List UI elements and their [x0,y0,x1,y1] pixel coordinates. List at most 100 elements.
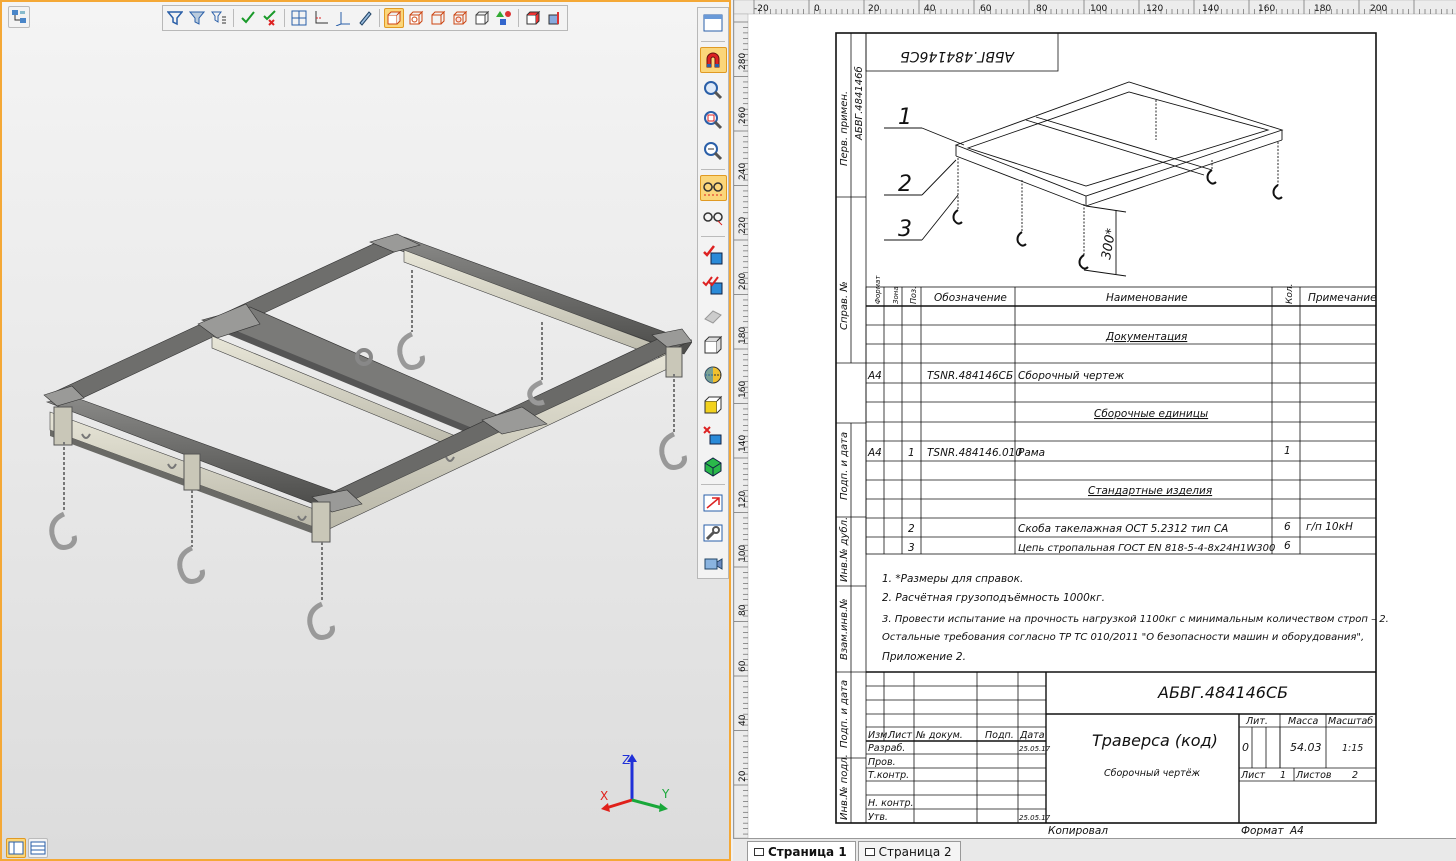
tb-utv: Утв. [868,812,888,823]
move-button[interactable] [700,302,727,328]
view-hidden-button[interactable] [450,8,470,28]
layout-rows-button[interactable] [28,838,48,858]
cube-button[interactable] [700,332,727,358]
pen-button[interactable] [355,8,375,28]
traverse-3d-model[interactable] [2,32,692,682]
move-icon [704,310,722,324]
designation-mirrored: АБВГ.484146СБ [900,48,1015,64]
filter-icon [167,11,183,26]
check-cube-multi-button[interactable] [700,272,727,298]
view-solid-button[interactable] [384,8,404,28]
zoom-window-button[interactable] [700,107,727,133]
glasses-icon [703,181,723,196]
row-1-designation: TSNR.484146СБ [927,370,1013,382]
magnet-icon [706,52,720,68]
note-3: 3. Провести испытание на прочность нагру… [882,614,1389,625]
cube-cut-button[interactable] [700,423,727,449]
cube-yellow-button[interactable] [700,392,727,418]
shapes-icon [496,11,511,25]
tab-page-2[interactable]: Страница 2 [857,841,961,861]
cube-blue-button[interactable] [545,8,565,28]
ruler-v-label: 220 [738,217,748,234]
axis-button[interactable] [311,8,331,28]
model-tree-button[interactable] [8,6,30,28]
tb-designation: АБВГ.484146СБ [1157,683,1288,702]
camera-button[interactable] [700,550,727,576]
tb-data: Дата [1019,730,1045,741]
tb-mass: 54.03 [1290,741,1322,754]
filter-list-button[interactable] [209,8,229,28]
note-1: 1. *Размеры для справок. [882,573,1023,585]
tb-doc-no: № докум. [915,730,963,741]
grid-button[interactable] [289,8,309,28]
glasses-button[interactable] [699,174,727,201]
cube-cut-icon [703,425,722,445]
shapes-button[interactable] [494,8,514,28]
view-wire-button[interactable] [428,8,448,28]
wrench-button[interactable] [700,520,727,546]
row-1-format: A4 [867,370,882,382]
row-3-note: г/п 10кН [1306,521,1353,533]
drawing-sheet[interactable]: -20 0 20 40 60 80 100 120 140 160 180 20… [733,0,1456,839]
zoom-icon [704,81,723,100]
zoom-fit-button[interactable] [700,137,727,163]
side-podp-data-2: Подп. и дата [839,680,850,748]
side-inv-podl: Инв.№ подл. [839,754,850,820]
ruler-v-label: 240 [738,163,748,180]
tb-scale-label: Масштаб [1328,716,1373,727]
model-viewport[interactable]: Z X Y [0,0,731,861]
section-standard: Стандартные изделия [1088,485,1212,497]
tb-scale: 1:15 [1342,743,1363,754]
ruler-v-label: 260 [738,107,748,124]
cube-green-button[interactable] [700,453,727,479]
layout-split-button[interactable] [6,838,26,858]
zoom-button[interactable] [700,77,727,103]
ruler-h-label: 60 [980,4,992,14]
row-4-name: Цепь стропальная ГОСТ EN 818-5-4-8x24H1W… [1018,543,1275,554]
ruler-h-label: 100 [1090,4,1107,14]
sheet-tabs: Страница 1 Страница 2 [733,838,1456,861]
spec-header-format: Формат [874,275,882,304]
glasses-button-2[interactable] [700,205,727,231]
filter-button-2[interactable] [187,8,207,28]
tab-page-1[interactable]: Страница 1 [747,841,856,861]
page-icon [864,847,875,856]
view-outline-button[interactable] [472,8,492,28]
side-vzam-inv: Взам.инв.№ [839,598,850,660]
tb-izm: Изм. [868,730,890,741]
drawing-pane[interactable]: -20 0 20 40 60 80 100 120 140 160 180 20… [733,0,1456,861]
spec-header-designation: Обозначение [934,292,1007,304]
window-button[interactable] [700,10,727,36]
tb-lit: 0 [1242,741,1249,754]
tb-sheets: 2 [1352,770,1358,781]
filter-button[interactable] [165,8,185,28]
axis-3d-button[interactable] [333,8,353,28]
ruler-v-label: 20 [738,770,748,782]
magnet-button[interactable] [699,47,727,74]
tb-date-2: 25.05.17 [1019,814,1051,822]
footer-format: А4 [1289,825,1304,837]
check-button[interactable] [238,8,258,28]
zoom-fit-icon [704,141,723,160]
tb-razrab: Разраб. [868,743,905,754]
view-shaded-button[interactable] [406,8,426,28]
footer-format-label: Формат [1241,825,1284,837]
ruler-v-label: 100 [738,545,748,562]
right-toolbar [697,7,729,579]
tab-label: Страница 1 [768,844,847,859]
side-perv-primen: Перв. примен. [839,91,850,166]
ruler-h-label: 0 [814,4,820,14]
camera-icon [704,558,723,570]
row-3-pos: 2 [908,523,915,535]
row-2-name: Рама [1018,447,1045,459]
check-cube-button[interactable] [700,242,727,268]
ruler-v-label: 160 [738,381,748,398]
cube-red-button[interactable] [523,8,543,28]
uncheck-button[interactable] [260,8,280,28]
arrow-button[interactable] [700,490,727,516]
sphere-button[interactable] [700,362,727,388]
sphere-icon [704,366,722,384]
tree-icon [12,10,26,23]
filter-list-icon [211,11,226,24]
side-podp-data: Подп. и дата [839,432,850,500]
